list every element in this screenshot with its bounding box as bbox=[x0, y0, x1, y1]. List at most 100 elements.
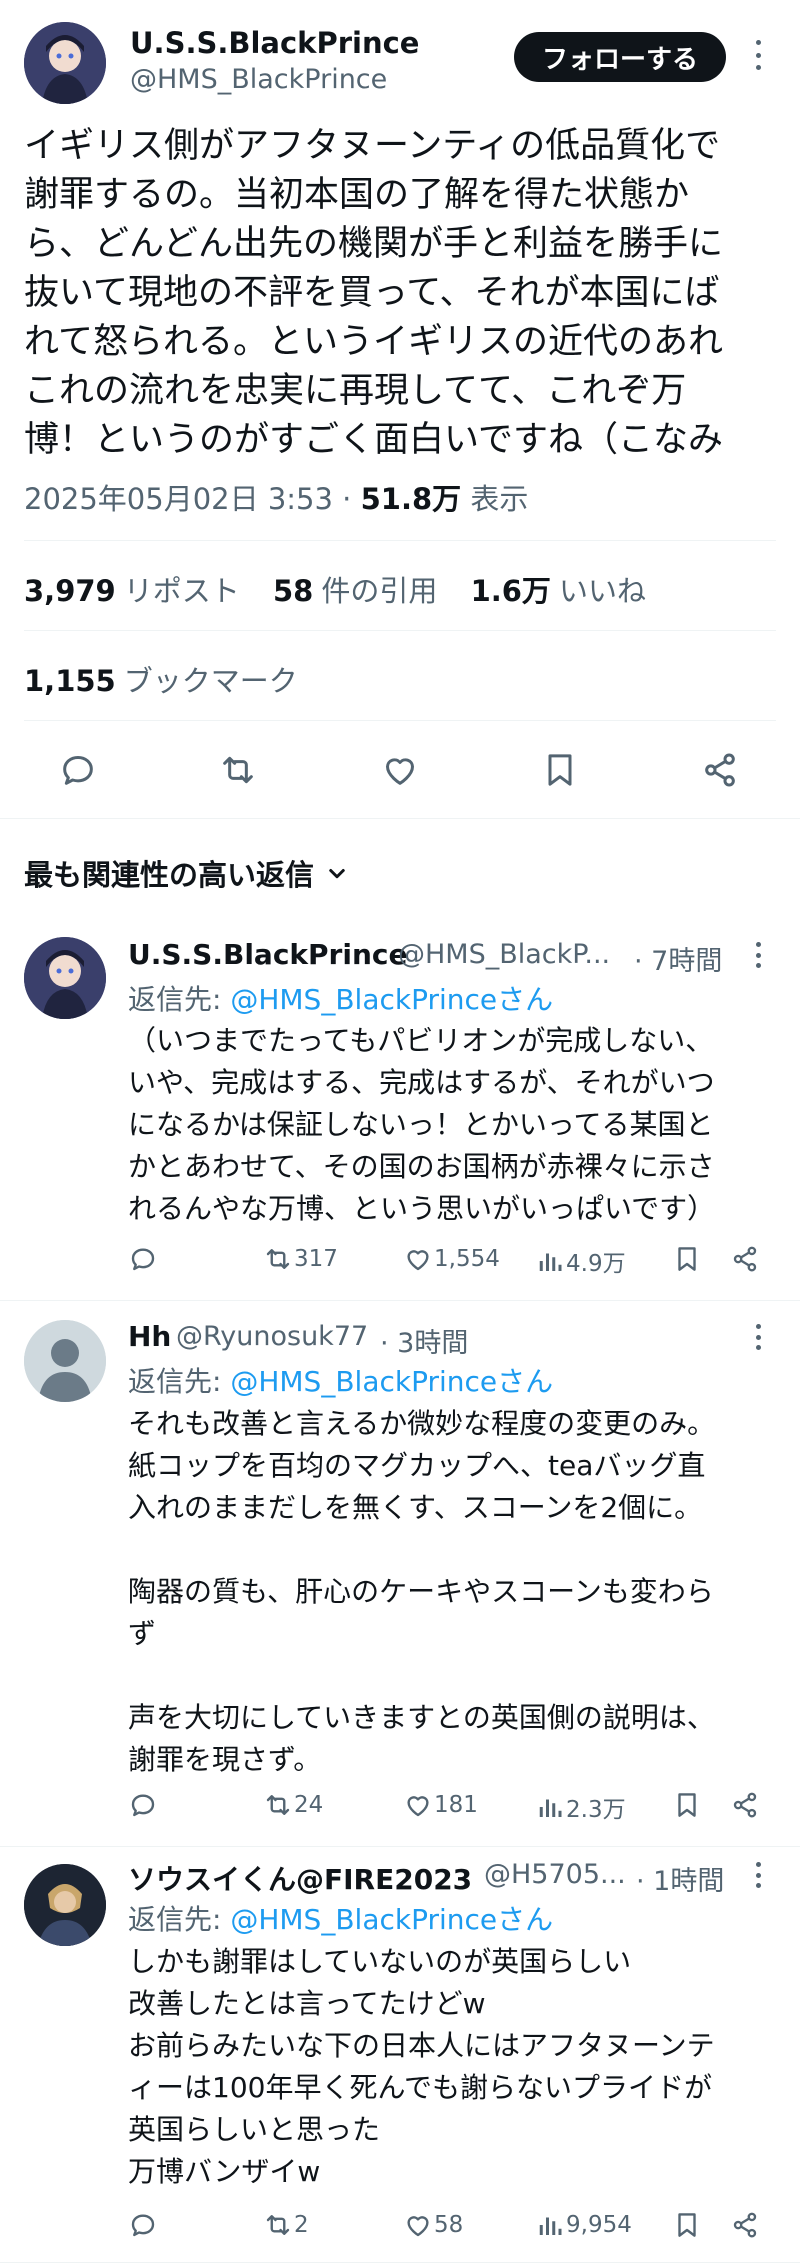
view-count: 9,954 bbox=[566, 2212, 632, 2238]
reply-to-line: 返信先: @HMS_BlackPrinceさん bbox=[128, 983, 554, 1016]
repost-button[interactable] bbox=[218, 750, 258, 790]
reply-time[interactable]: · 1時間 bbox=[636, 1859, 724, 1898]
reply-author-name[interactable]: Hh bbox=[128, 1320, 171, 1353]
repost-arrows-icon bbox=[266, 1795, 290, 1815]
bookmark-icon bbox=[548, 754, 572, 786]
like-button[interactable] bbox=[380, 750, 420, 790]
like-button[interactable]: 181 bbox=[402, 1790, 478, 1820]
reply-text: それも改善と言えるか微妙な程度の変更のみ。 紙コップを百均のマグカップへ、tea… bbox=[128, 1407, 716, 1776]
bar-chart-icon bbox=[539, 1799, 562, 1817]
bookmark-button[interactable] bbox=[540, 750, 580, 790]
views-count: 51.8万 bbox=[360, 482, 462, 516]
reply-time[interactable]: · 7時間 bbox=[634, 939, 722, 978]
bookmark-icon bbox=[678, 1247, 696, 1271]
likes-stat[interactable]: 1.6万 いいね bbox=[471, 574, 646, 608]
repost-count: 24 bbox=[294, 1792, 324, 1818]
speech-bubble-icon bbox=[131, 2214, 155, 2237]
views-button[interactable]: 2.3万 bbox=[536, 1790, 626, 1824]
bookmark-icon bbox=[678, 2213, 696, 2237]
share-button[interactable] bbox=[730, 1790, 760, 1820]
bookmark-icon bbox=[678, 1793, 696, 1817]
reply-avatar[interactable] bbox=[24, 1864, 106, 1946]
reply-button[interactable] bbox=[128, 1790, 158, 1820]
chevron-down-icon bbox=[329, 869, 345, 879]
reply-button[interactable] bbox=[58, 750, 98, 790]
like-count: 181 bbox=[434, 1792, 478, 1818]
views-button[interactable]: 4.9万 bbox=[536, 1244, 626, 1278]
share-icon bbox=[733, 2212, 757, 2238]
reply-text: （いつまでたってもパビリオンが完成しない、 いや、完成はする、完成はするが、それ… bbox=[128, 1024, 716, 1225]
share-button[interactable] bbox=[700, 750, 740, 790]
reply-button[interactable] bbox=[128, 2210, 158, 2240]
reply-to-line: 返信先: @HMS_BlackPrinceさん bbox=[128, 1903, 554, 1936]
repost-arrows-icon bbox=[223, 756, 253, 784]
like-count: 1,554 bbox=[434, 1246, 500, 1272]
reply-button[interactable] bbox=[128, 1244, 158, 1274]
follow-button[interactable]: フォローする bbox=[514, 32, 726, 82]
view-count: 4.9万 bbox=[566, 1251, 626, 1277]
replies-sort-selector[interactable]: 最も関連性の高い返信 bbox=[24, 852, 352, 894]
author-name[interactable]: U.S.S.BlackPrince bbox=[130, 26, 419, 60]
heart-icon bbox=[386, 758, 414, 785]
like-count: 58 bbox=[434, 2212, 464, 2238]
divider bbox=[0, 1300, 800, 1301]
reposts-stat[interactable]: 3,979 リポスト bbox=[24, 574, 240, 608]
speech-bubble-icon bbox=[131, 1248, 155, 1271]
speech-bubble-icon bbox=[63, 756, 93, 785]
reply-to-link[interactable]: @HMS_BlackPrinceさん bbox=[230, 983, 553, 1016]
post-timestamp[interactable]: 2025年05月02日 3:53 · bbox=[24, 482, 361, 516]
post-meta: 2025年05月02日 3:53 · 51.8万 表示 bbox=[24, 476, 528, 518]
divider bbox=[24, 540, 776, 541]
reply-author-handle[interactable]: @Ryunosuk77 bbox=[176, 1321, 368, 1352]
bookmark-button[interactable] bbox=[672, 1790, 702, 1820]
bookmarks-stat: 1,155 ブックマーク bbox=[24, 664, 298, 698]
share-button[interactable] bbox=[730, 1244, 760, 1274]
repost-arrows-icon bbox=[266, 2215, 290, 2235]
repost-count: 2 bbox=[294, 2212, 309, 2238]
author-avatar[interactable] bbox=[24, 22, 106, 104]
quotes-stat[interactable]: 58 件の引用 bbox=[273, 574, 437, 608]
views-label: 表示 bbox=[461, 482, 529, 516]
reply-to-link[interactable]: @HMS_BlackPrinceさん bbox=[230, 1903, 553, 1936]
bar-chart-icon bbox=[539, 1253, 562, 1271]
views-button[interactable]: 9,954 bbox=[536, 2210, 632, 2240]
share-icon bbox=[733, 1246, 757, 1272]
repost-arrows-icon bbox=[266, 1249, 290, 1269]
more-dots-icon[interactable] bbox=[748, 1324, 768, 1350]
reply-to-link[interactable]: @HMS_BlackPrinceさん bbox=[230, 1365, 553, 1398]
reply-author-handle[interactable]: @H5705... bbox=[484, 1859, 626, 1890]
reply-author-name[interactable]: ソウスイくん@FIRE2023 bbox=[128, 1858, 472, 1898]
view-count: 2.3万 bbox=[566, 1797, 626, 1823]
more-dots-icon[interactable] bbox=[748, 942, 768, 968]
divider bbox=[24, 720, 776, 721]
divider bbox=[0, 1846, 800, 1847]
more-dots-icon[interactable] bbox=[748, 1862, 768, 1888]
repost-button[interactable]: 317 bbox=[262, 1244, 338, 1274]
reply-time[interactable]: · 3時間 bbox=[380, 1321, 468, 1360]
bookmark-button[interactable] bbox=[672, 1244, 702, 1274]
post-text: イギリス側がアフタヌーンティの低品質化で 謝罪するの。当初本国の了解を得た状態か… bbox=[24, 126, 723, 460]
divider bbox=[0, 2262, 800, 2263]
reply-author-handle[interactable]: @HMS_BlackP... bbox=[398, 939, 610, 970]
heart-icon bbox=[407, 1250, 429, 1271]
like-button[interactable]: 1,554 bbox=[402, 1244, 500, 1274]
repost-button[interactable]: 2 bbox=[262, 2210, 309, 2240]
share-icon bbox=[705, 753, 735, 787]
repost-button[interactable]: 24 bbox=[262, 1790, 323, 1820]
heart-icon bbox=[407, 2216, 429, 2237]
share-icon bbox=[733, 1792, 757, 1818]
more-dots-icon[interactable] bbox=[748, 40, 768, 70]
heart-icon bbox=[407, 1796, 429, 1817]
like-button[interactable]: 58 bbox=[402, 2210, 463, 2240]
divider bbox=[0, 818, 800, 819]
bookmark-button[interactable] bbox=[672, 2210, 702, 2240]
divider bbox=[24, 630, 776, 631]
speech-bubble-icon bbox=[131, 1794, 155, 1817]
reply-avatar[interactable] bbox=[24, 937, 106, 1019]
share-button[interactable] bbox=[730, 2210, 760, 2240]
reply-avatar[interactable] bbox=[24, 1320, 106, 1402]
repost-count: 317 bbox=[294, 1246, 338, 1272]
author-handle[interactable]: @HMS_BlackPrince bbox=[130, 64, 387, 95]
reply-author-name[interactable]: U.S.S.BlackPrince bbox=[128, 938, 407, 971]
replies-sort-label: 最も関連性の高い返信 bbox=[24, 858, 315, 892]
